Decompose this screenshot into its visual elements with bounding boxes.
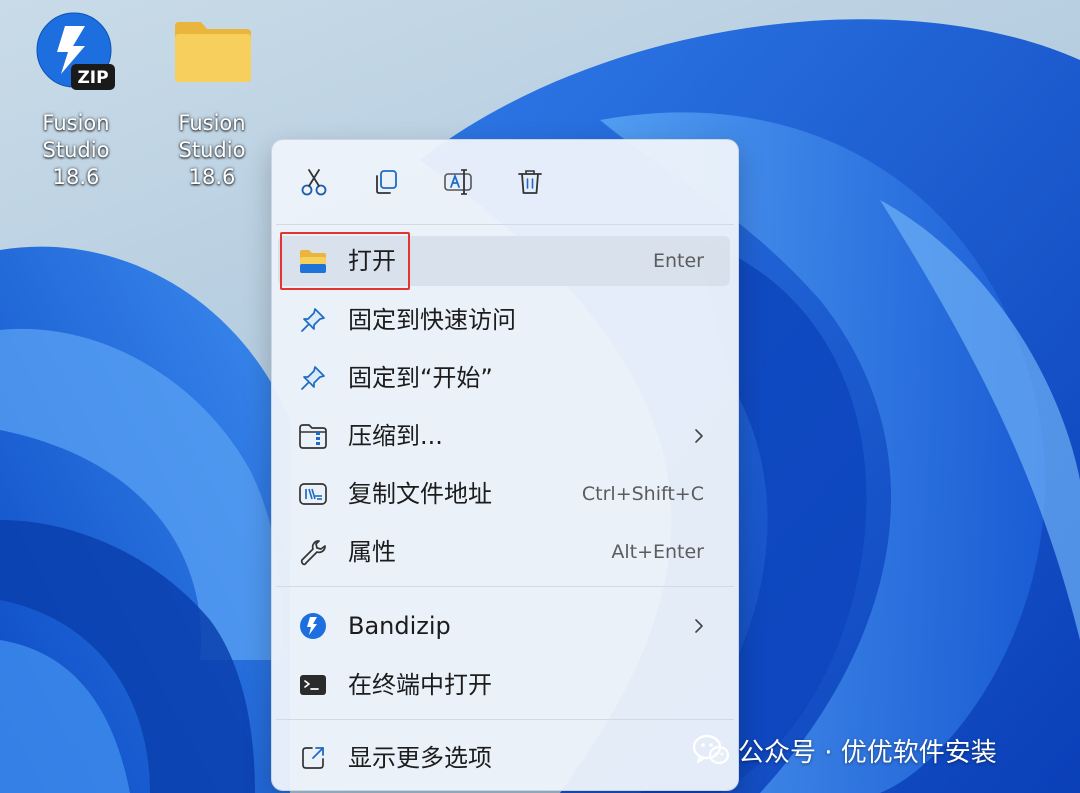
rename-icon bbox=[444, 169, 472, 195]
watermark: 公众号 · 优优软件安装 bbox=[692, 730, 997, 770]
folder-icon bbox=[171, 12, 253, 94]
menu-item-pin-start[interactable]: 固定到“开始” bbox=[278, 353, 730, 403]
zip-folder-icon bbox=[298, 421, 328, 451]
menu-item-properties[interactable]: 属性 Alt+Enter bbox=[278, 527, 730, 577]
menu-item-bandizip[interactable]: Bandizip bbox=[278, 601, 730, 651]
bandizip-archive-icon: ZIP bbox=[35, 12, 117, 94]
wechat-icon bbox=[692, 734, 730, 765]
menu-item-copy-path[interactable]: 复制文件地址 Ctrl+Shift+C bbox=[278, 469, 730, 519]
terminal-icon bbox=[298, 670, 328, 700]
desktop: ZIP Fusion Studio 18.6 Fusion Studio 18.… bbox=[0, 0, 1080, 793]
pin-icon bbox=[298, 363, 328, 393]
menu-item-shortcut: Enter bbox=[653, 250, 704, 272]
menu-item-shortcut: Ctrl+Shift+C bbox=[581, 483, 704, 505]
menu-divider bbox=[276, 224, 734, 225]
menu-item-label: 固定到“开始” bbox=[348, 364, 493, 392]
menu-item-label: 压缩到... bbox=[348, 422, 443, 450]
menu-item-show-more-options[interactable]: 显示更多选项 bbox=[278, 733, 730, 783]
copy-button[interactable] bbox=[364, 160, 408, 204]
rename-button[interactable] bbox=[436, 160, 480, 204]
watermark-text: 公众号 · 优优软件安装 bbox=[738, 737, 997, 768]
desktop-icon-zip-archive[interactable]: ZIP Fusion Studio 18.6 bbox=[16, 12, 136, 191]
menu-item-label: 固定到快速访问 bbox=[348, 306, 516, 334]
menu-divider bbox=[276, 586, 734, 587]
bandizip-icon bbox=[298, 611, 328, 641]
cut-icon bbox=[301, 169, 327, 196]
copy-icon bbox=[376, 170, 397, 194]
menu-item-label: 显示更多选项 bbox=[348, 744, 492, 772]
context-menu: 打开 Enter 固定到快速访问 固定到“开始” 压缩到... 复制文件地址 C… bbox=[271, 139, 739, 791]
cut-button[interactable] bbox=[292, 160, 336, 204]
desktop-icon-folder[interactable]: Fusion Studio 18.6 bbox=[152, 12, 272, 191]
menu-item-pin-quick-access[interactable]: 固定到快速访问 bbox=[278, 295, 730, 345]
menu-item-open-in-terminal[interactable]: 在终端中打开 bbox=[278, 660, 730, 710]
menu-item-label: 复制文件地址 bbox=[348, 480, 492, 508]
desktop-icon-label: Fusion Studio 18.6 bbox=[42, 111, 110, 189]
chevron-right-icon bbox=[695, 429, 703, 443]
menu-item-compress-to[interactable]: 压缩到... bbox=[278, 411, 730, 461]
context-menu-toolbar bbox=[272, 140, 738, 224]
chevron-right-icon bbox=[695, 619, 703, 633]
more-options-icon bbox=[298, 743, 328, 773]
menu-item-label: Bandizip bbox=[348, 612, 451, 640]
menu-item-label: 在终端中打开 bbox=[348, 671, 492, 699]
delete-icon bbox=[518, 170, 542, 194]
menu-item-shortcut: Alt+Enter bbox=[611, 541, 704, 563]
desktop-icon-label: Fusion Studio 18.6 bbox=[178, 111, 246, 189]
delete-button[interactable] bbox=[508, 160, 552, 204]
svg-text:ZIP: ZIP bbox=[77, 68, 108, 88]
wrench-icon bbox=[298, 537, 328, 567]
annotation-highlight-box bbox=[280, 232, 410, 290]
menu-item-label: 属性 bbox=[348, 538, 396, 566]
copy-path-icon bbox=[298, 479, 328, 509]
menu-divider bbox=[276, 719, 734, 720]
pin-icon bbox=[298, 305, 328, 335]
